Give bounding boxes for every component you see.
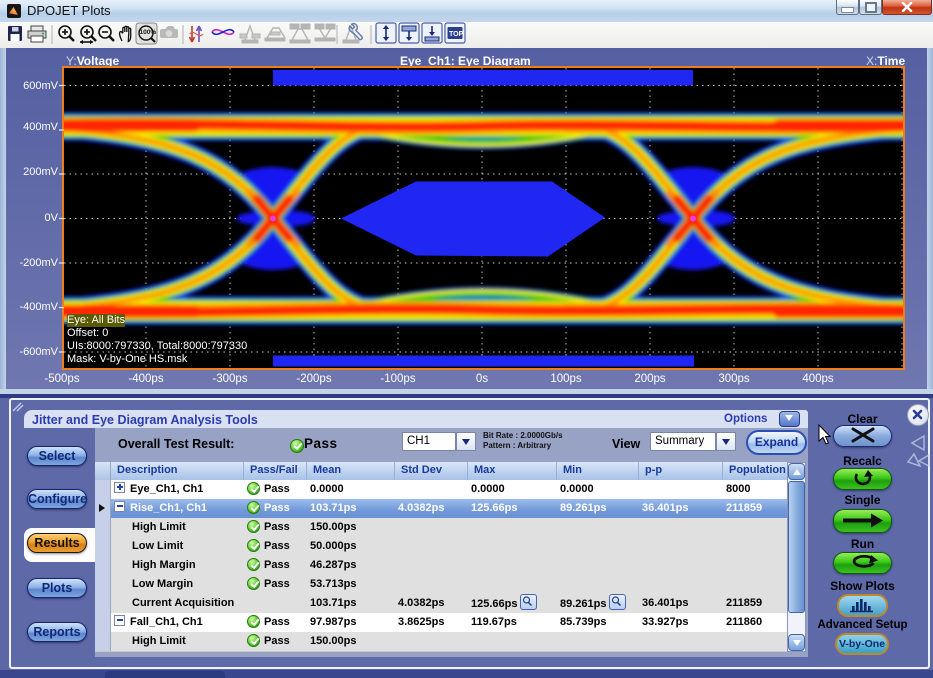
svg-text:TOP: TOP [449, 31, 464, 38]
svg-text:100%: 100% [140, 29, 157, 36]
